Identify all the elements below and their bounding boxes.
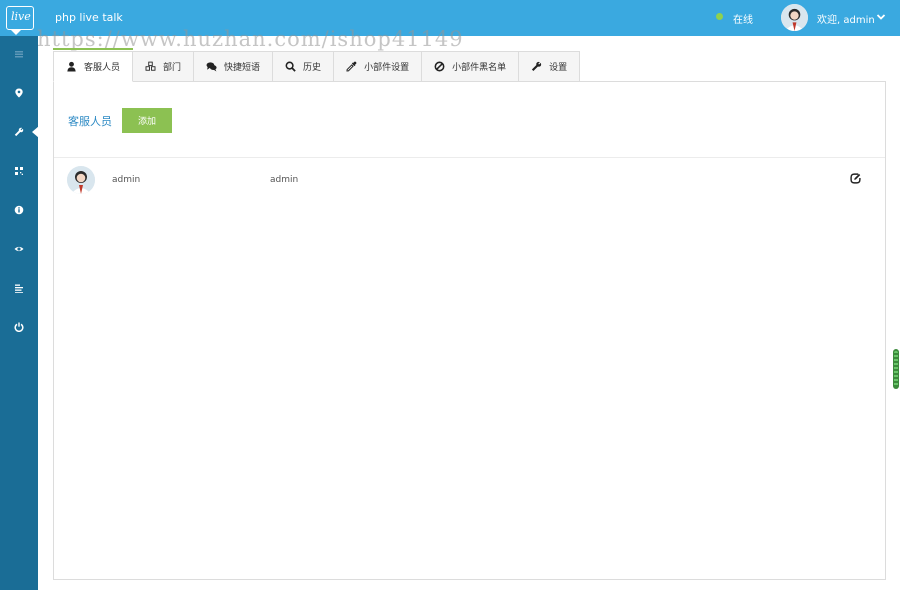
tab-operators[interactable]: 客服人员 (53, 51, 134, 82)
operator-nickname: admin (270, 175, 299, 185)
tab-label: 客服人员 (84, 63, 121, 73)
sidebar-item-logout[interactable] (0, 317, 38, 337)
tab-widget-settings[interactable]: 小部件设置 (334, 51, 423, 82)
sidebar-item-info[interactable] (0, 200, 38, 220)
online-status-icon (716, 13, 723, 20)
tab-underline (53, 48, 133, 50)
tab-label: 部门 (163, 63, 182, 73)
tab-bar: 客服人员 部门 快捷短语 历史 小部件设置 小部件黑名单 设置 (53, 51, 581, 82)
tab-departments[interactable]: 部门 (133, 51, 195, 82)
operator-avatar (67, 166, 95, 194)
tab-widget-blacklist[interactable]: 小部件黑名单 (422, 51, 520, 82)
sidebar-item-menu[interactable] (0, 44, 38, 64)
operator-name: admin (112, 175, 141, 185)
tab-label: 历史 (303, 63, 322, 73)
section-title: 客服人员 (68, 115, 112, 128)
qrcode-icon (15, 167, 23, 175)
list-icon (15, 284, 23, 293)
cubes-icon (145, 61, 156, 71)
info-icon (14, 205, 24, 215)
eyedropper-icon (346, 61, 357, 72)
wrench-icon (531, 61, 542, 72)
app-logo[interactable]: live (6, 6, 34, 35)
status-text[interactable]: 在线 (733, 11, 753, 26)
sidebar-item-tools[interactable] (0, 122, 39, 142)
chevron-down-icon[interactable] (876, 12, 886, 22)
eye-icon (14, 246, 24, 252)
sidebar-item-qrcode[interactable] (0, 161, 38, 181)
edit-icon[interactable] (850, 173, 861, 184)
tab-label: 设置 (549, 63, 568, 73)
wrench-icon (14, 127, 24, 137)
scrollbar-handle[interactable] (893, 349, 899, 389)
power-icon (14, 322, 24, 332)
tab-label: 快捷短语 (224, 63, 261, 73)
tab-settings[interactable]: 设置 (519, 51, 581, 82)
app-title: php live talk (55, 11, 123, 24)
tab-history[interactable]: 历史 (273, 51, 335, 82)
logo-text: live (11, 10, 31, 23)
user-icon (67, 61, 76, 72)
map-marker-icon (15, 88, 23, 98)
add-operator-button[interactable]: 添加 (122, 108, 172, 133)
welcome-text[interactable]: 欢迎, admin (817, 11, 875, 26)
user-avatar[interactable] (781, 4, 808, 31)
comments-icon (206, 62, 217, 72)
tab-label: 小部件黑名单 (452, 63, 507, 73)
sidebar (0, 36, 39, 590)
sidebar-item-location[interactable] (0, 83, 38, 103)
divider (54, 157, 885, 158)
ban-icon (434, 61, 445, 72)
sidebar-item-list[interactable] (0, 278, 38, 298)
content-panel (53, 81, 886, 580)
search-icon (285, 61, 296, 72)
table-row: admin admin (54, 164, 885, 196)
menu-icon (15, 51, 23, 58)
tab-quick-phrases[interactable]: 快捷短语 (194, 51, 274, 82)
sidebar-item-view[interactable] (0, 239, 38, 259)
tab-label: 小部件设置 (364, 63, 410, 73)
